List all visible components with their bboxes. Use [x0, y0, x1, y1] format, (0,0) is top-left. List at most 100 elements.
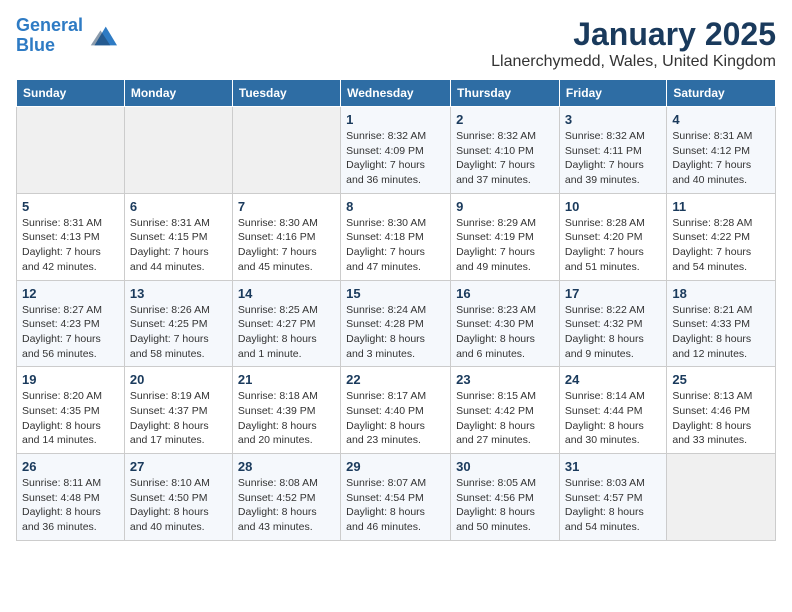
- day-number: 28: [238, 459, 335, 474]
- calendar-cell: [232, 107, 340, 194]
- day-info: Sunrise: 8:14 AM Sunset: 4:44 PM Dayligh…: [565, 389, 661, 448]
- day-number: 29: [346, 459, 445, 474]
- day-number: 18: [672, 286, 770, 301]
- calendar-cell: 13 Sunrise: 8:26 AM Sunset: 4:25 PM Dayli…: [124, 280, 232, 367]
- day-info: Sunrise: 8:10 AM Sunset: 4:50 PM Dayligh…: [130, 476, 227, 535]
- calendar-cell: [17, 107, 125, 194]
- day-info: Sunrise: 8:11 AM Sunset: 4:48 PM Dayligh…: [22, 476, 119, 535]
- day-info: Sunrise: 8:26 AM Sunset: 4:25 PM Dayligh…: [130, 303, 227, 362]
- main-title: January 2025: [491, 16, 776, 53]
- day-number: 21: [238, 372, 335, 387]
- logo-icon: [87, 21, 117, 51]
- calendar-cell: 26 Sunrise: 8:11 AM Sunset: 4:48 PM Dayli…: [17, 454, 125, 541]
- calendar-cell: 20 Sunrise: 8:19 AM Sunset: 4:37 PM Dayli…: [124, 367, 232, 454]
- day-number: 20: [130, 372, 227, 387]
- day-number: 13: [130, 286, 227, 301]
- day-info: Sunrise: 8:27 AM Sunset: 4:23 PM Dayligh…: [22, 303, 119, 362]
- calendar-cell: 29 Sunrise: 8:07 AM Sunset: 4:54 PM Dayli…: [341, 454, 451, 541]
- page-header: General Blue January 2025 Llanerchymedd,…: [16, 16, 776, 71]
- day-number: 22: [346, 372, 445, 387]
- subtitle: Llanerchymedd, Wales, United Kingdom: [491, 53, 776, 71]
- calendar-cell: 16 Sunrise: 8:23 AM Sunset: 4:30 PM Dayli…: [451, 280, 560, 367]
- col-header-friday: Friday: [559, 80, 666, 107]
- day-info: Sunrise: 8:13 AM Sunset: 4:46 PM Dayligh…: [672, 389, 770, 448]
- col-header-sunday: Sunday: [17, 80, 125, 107]
- day-number: 25: [672, 372, 770, 387]
- calendar-cell: 3 Sunrise: 8:32 AM Sunset: 4:11 PM Daylig…: [559, 107, 666, 194]
- col-header-thursday: Thursday: [451, 80, 560, 107]
- calendar-cell: 15 Sunrise: 8:24 AM Sunset: 4:28 PM Dayli…: [341, 280, 451, 367]
- day-info: Sunrise: 8:15 AM Sunset: 4:42 PM Dayligh…: [456, 389, 554, 448]
- logo-text: General Blue: [16, 16, 83, 56]
- calendar-cell: 14 Sunrise: 8:25 AM Sunset: 4:27 PM Dayli…: [232, 280, 340, 367]
- day-info: Sunrise: 8:32 AM Sunset: 4:11 PM Dayligh…: [565, 129, 661, 188]
- day-info: Sunrise: 8:07 AM Sunset: 4:54 PM Dayligh…: [346, 476, 445, 535]
- calendar-cell: 27 Sunrise: 8:10 AM Sunset: 4:50 PM Dayli…: [124, 454, 232, 541]
- calendar-cell: 11 Sunrise: 8:28 AM Sunset: 4:22 PM Dayli…: [667, 193, 776, 280]
- calendar-cell: 9 Sunrise: 8:29 AM Sunset: 4:19 PM Daylig…: [451, 193, 560, 280]
- calendar-cell: 2 Sunrise: 8:32 AM Sunset: 4:10 PM Daylig…: [451, 107, 560, 194]
- title-block: January 2025 Llanerchymedd, Wales, Unite…: [491, 16, 776, 71]
- calendar-cell: [667, 454, 776, 541]
- day-info: Sunrise: 8:25 AM Sunset: 4:27 PM Dayligh…: [238, 303, 335, 362]
- col-header-monday: Monday: [124, 80, 232, 107]
- day-number: 9: [456, 199, 554, 214]
- calendar-cell: 25 Sunrise: 8:13 AM Sunset: 4:46 PM Dayli…: [667, 367, 776, 454]
- calendar-cell: 24 Sunrise: 8:14 AM Sunset: 4:44 PM Dayli…: [559, 367, 666, 454]
- day-number: 7: [238, 199, 335, 214]
- calendar-cell: 6Sunrise: 8:31 AM Sunset: 4:15 PM Daylig…: [124, 193, 232, 280]
- day-info: Sunrise: 8:31 AM Sunset: 4:12 PM Dayligh…: [672, 129, 770, 188]
- day-info: Sunrise: 8:18 AM Sunset: 4:39 PM Dayligh…: [238, 389, 335, 448]
- calendar-cell: 30 Sunrise: 8:05 AM Sunset: 4:56 PM Dayli…: [451, 454, 560, 541]
- day-info: Sunrise: 8:19 AM Sunset: 4:37 PM Dayligh…: [130, 389, 227, 448]
- calendar-cell: 1Sunrise: 8:32 AM Sunset: 4:09 PM Daylig…: [341, 107, 451, 194]
- calendar-cell: 4 Sunrise: 8:31 AM Sunset: 4:12 PM Daylig…: [667, 107, 776, 194]
- day-info: Sunrise: 8:31 AM Sunset: 4:13 PM Dayligh…: [22, 216, 119, 275]
- day-number: 12: [22, 286, 119, 301]
- calendar-cell: 17Sunrise: 8:22 AM Sunset: 4:32 PM Dayli…: [559, 280, 666, 367]
- day-info: Sunrise: 8:03 AM Sunset: 4:57 PM Dayligh…: [565, 476, 661, 535]
- day-number: 8: [346, 199, 445, 214]
- day-number: 15: [346, 286, 445, 301]
- day-number: 11: [672, 199, 770, 214]
- day-info: Sunrise: 8:08 AM Sunset: 4:52 PM Dayligh…: [238, 476, 335, 535]
- calendar-cell: 7Sunrise: 8:30 AM Sunset: 4:16 PM Daylig…: [232, 193, 340, 280]
- day-info: Sunrise: 8:28 AM Sunset: 4:22 PM Dayligh…: [672, 216, 770, 275]
- calendar-cell: [124, 107, 232, 194]
- day-number: 31: [565, 459, 661, 474]
- day-info: Sunrise: 8:05 AM Sunset: 4:56 PM Dayligh…: [456, 476, 554, 535]
- calendar-cell: 10Sunrise: 8:28 AM Sunset: 4:20 PM Dayli…: [559, 193, 666, 280]
- day-info: Sunrise: 8:17 AM Sunset: 4:40 PM Dayligh…: [346, 389, 445, 448]
- calendar-cell: 18 Sunrise: 8:21 AM Sunset: 4:33 PM Dayli…: [667, 280, 776, 367]
- day-number: 23: [456, 372, 554, 387]
- day-number: 3: [565, 112, 661, 127]
- calendar-cell: 23 Sunrise: 8:15 AM Sunset: 4:42 PM Dayli…: [451, 367, 560, 454]
- day-info: Sunrise: 8:32 AM Sunset: 4:10 PM Dayligh…: [456, 129, 554, 188]
- day-number: 26: [22, 459, 119, 474]
- calendar-cell: 28 Sunrise: 8:08 AM Sunset: 4:52 PM Dayli…: [232, 454, 340, 541]
- day-info: Sunrise: 8:28 AM Sunset: 4:20 PM Dayligh…: [565, 216, 661, 275]
- day-info: Sunrise: 8:23 AM Sunset: 4:30 PM Dayligh…: [456, 303, 554, 362]
- day-info: Sunrise: 8:29 AM Sunset: 4:19 PM Dayligh…: [456, 216, 554, 275]
- day-number: 27: [130, 459, 227, 474]
- day-number: 5: [22, 199, 119, 214]
- calendar-cell: 22 Sunrise: 8:17 AM Sunset: 4:40 PM Dayli…: [341, 367, 451, 454]
- day-number: 14: [238, 286, 335, 301]
- day-number: 6: [130, 199, 227, 214]
- col-header-wednesday: Wednesday: [341, 80, 451, 107]
- day-number: 16: [456, 286, 554, 301]
- day-number: 30: [456, 459, 554, 474]
- day-info: Sunrise: 8:20 AM Sunset: 4:35 PM Dayligh…: [22, 389, 119, 448]
- calendar-cell: 31 Sunrise: 8:03 AM Sunset: 4:57 PM Dayli…: [559, 454, 666, 541]
- day-info: Sunrise: 8:32 AM Sunset: 4:09 PM Dayligh…: [346, 129, 445, 188]
- col-header-saturday: Saturday: [667, 80, 776, 107]
- calendar-cell: 8 Sunrise: 8:30 AM Sunset: 4:18 PM Daylig…: [341, 193, 451, 280]
- day-number: 2: [456, 112, 554, 127]
- day-number: 4: [672, 112, 770, 127]
- calendar-cell: 21 Sunrise: 8:18 AM Sunset: 4:39 PM Dayli…: [232, 367, 340, 454]
- day-info: Sunrise: 8:24 AM Sunset: 4:28 PM Dayligh…: [346, 303, 445, 362]
- day-info: Sunrise: 8:30 AM Sunset: 4:18 PM Dayligh…: [346, 216, 445, 275]
- day-info: Sunrise: 8:21 AM Sunset: 4:33 PM Dayligh…: [672, 303, 770, 362]
- logo: General Blue: [16, 16, 117, 56]
- day-number: 24: [565, 372, 661, 387]
